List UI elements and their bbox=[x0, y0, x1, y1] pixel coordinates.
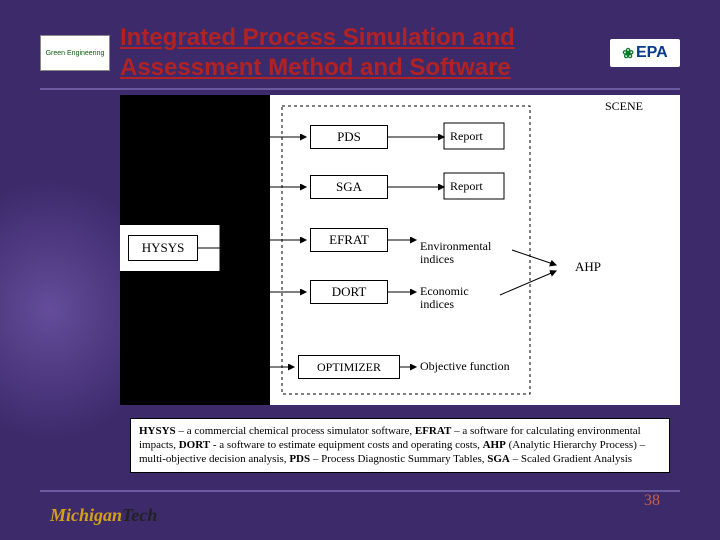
footer-rule bbox=[40, 490, 680, 492]
cap-hysys: HYSYS bbox=[139, 425, 176, 437]
cap-dort: DORT bbox=[179, 439, 210, 451]
slide-title: Integrated Process Simulation and Assess… bbox=[110, 23, 610, 83]
cap-sga: SGA bbox=[487, 453, 510, 465]
cap-efrat: EFRAT bbox=[415, 425, 451, 437]
header: Green Engineering Integrated Process Sim… bbox=[40, 18, 680, 88]
cap-ahp: AHP bbox=[483, 439, 506, 451]
diagram: SCENE HYSYS PDS SGA EFRAT DORT OPTIMIZER… bbox=[120, 95, 680, 405]
michigan-tech-logo: MichiganTech bbox=[50, 505, 157, 526]
caption-box: HYSYS – a commercial chemical process si… bbox=[130, 418, 670, 473]
header-rule bbox=[40, 88, 680, 90]
page-number: 38 bbox=[644, 492, 660, 510]
cap-pds: PDS bbox=[289, 453, 310, 465]
green-engineering-logo: Green Engineering bbox=[40, 35, 110, 71]
epa-logo: EPA bbox=[610, 39, 680, 67]
